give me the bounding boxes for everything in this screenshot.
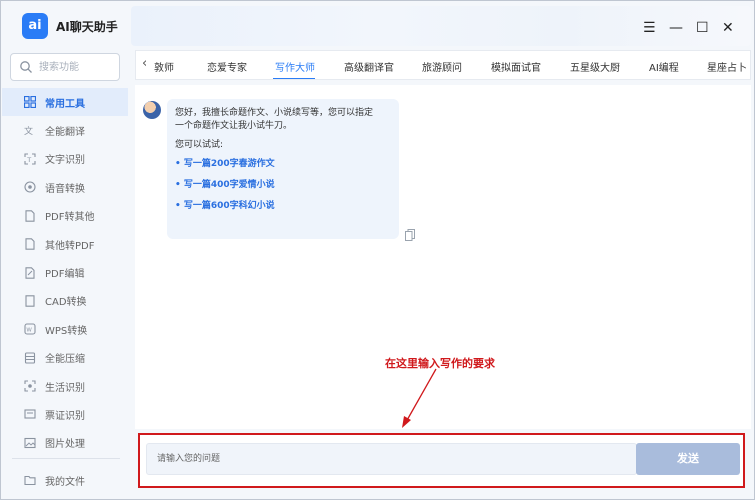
tab-teacher[interactable]: 敦师 <box>154 59 174 74</box>
try-label: 您可以试试: <box>175 140 224 150</box>
send-button[interactable]: 发送 <box>636 443 740 475</box>
text-scan-icon: T <box>24 153 36 165</box>
suggestion-item[interactable]: • 写一篇400字爱情小说 <box>175 179 391 192</box>
ticket-icon <box>24 409 36 420</box>
sidebar-item-label: 图片处理 <box>45 439 85 451</box>
assistant-tabs: ‹ 敦师 恋爱专家 写作大师 高级翻译官 旅游顾问 模拟面试官 五星级大厨 AI… <box>135 50 751 80</box>
svg-text:T: T <box>26 156 31 164</box>
sidebar-item-ocr[interactable]: T 文字识别 <box>2 145 128 173</box>
sidebar-item-label: 常用工具 <box>45 98 85 110</box>
app-header: ai AI聊天助手 <box>2 2 128 50</box>
copy-icon[interactable] <box>405 229 415 241</box>
app-title: AI聊天助手 <box>56 20 118 34</box>
app-logo: ai <box>22 13 48 39</box>
sidebar-item-label: 文字识别 <box>45 155 85 167</box>
sidebar-item-my-files[interactable]: 我的文件 <box>2 466 128 494</box>
tab-travel-advisor[interactable]: 旅游顾问 <box>422 59 462 74</box>
sidebar-item-image[interactable]: 图片处理 <box>2 429 128 457</box>
sidebar-item-label: 其他转PDF <box>45 240 95 252</box>
sidebar-item-voice[interactable]: 语音转换 <box>2 173 128 201</box>
pdf-edit-icon <box>25 266 35 279</box>
sidebar-item-label: 全能翻译 <box>45 127 85 139</box>
tab-mock-interviewer[interactable]: 模拟面试官 <box>491 59 541 74</box>
annotation-arrow <box>402 368 437 428</box>
svg-text:W: W <box>26 328 32 334</box>
suggestion-item[interactable]: • 写一篇600字科幻小说 <box>175 200 391 213</box>
sidebar-item-other-to-pdf[interactable]: 其他转PDF <box>2 230 128 258</box>
greeting-line-1: 您好，我擅长命题作文、小说续写等，您可以指定 <box>175 108 374 118</box>
tab-writing-master[interactable]: 写作大师 <box>275 59 315 74</box>
chevron-left-icon[interactable]: ‹ <box>142 56 147 71</box>
sidebar-divider <box>12 458 120 459</box>
tab-love-expert[interactable]: 恋爱专家 <box>207 59 247 74</box>
sidebar: ai AI聊天助手 常用工具 文 <box>2 2 128 499</box>
sidebar-item-common-tools[interactable]: 常用工具 <box>2 88 128 117</box>
tab-horoscope[interactable]: 星座占卜 <box>707 59 747 74</box>
tab-five-star-chef[interactable]: 五星级大厨 <box>570 59 620 74</box>
search-input[interactable] <box>39 59 115 75</box>
sidebar-item-ticket-scan[interactable]: 票证识别 <box>2 400 128 428</box>
folder-icon <box>24 476 36 486</box>
tab-ai-programming[interactable]: AI编程 <box>649 59 679 74</box>
input-highlight-box: 发送 <box>138 433 745 488</box>
search-icon <box>20 61 32 73</box>
sidebar-item-label: 语音转换 <box>45 183 85 195</box>
sidebar-nav: 常用工具 文 全能翻译 T 文字识别 语音转换 PDF转其他 其他转PDF PD… <box>2 88 128 488</box>
sidebar-item-label: 票证识别 <box>45 410 85 422</box>
scan-icon <box>24 380 36 392</box>
sidebar-item-life-scan[interactable]: 生活识别 <box>2 372 128 400</box>
cad-icon <box>25 295 35 307</box>
sidebar-item-label: 我的文件 <box>45 476 85 488</box>
avatar <box>143 101 161 119</box>
translate-icon: 文 <box>24 125 33 137</box>
sidebar-item-label: PDF编辑 <box>45 269 85 281</box>
sidebar-item-cad[interactable]: CAD转换 <box>2 287 128 315</box>
grid-icon <box>24 96 36 109</box>
sidebar-item-label: WPS转换 <box>45 325 88 337</box>
question-input-box[interactable] <box>146 443 637 475</box>
voice-icon <box>24 181 36 193</box>
sidebar-item-pdf-edit[interactable]: PDF编辑 <box>2 258 128 286</box>
assistant-message: 您好，我擅长命题作文、小说续写等，您可以指定 一个命题作文让我小试牛刀。 您可以… <box>167 99 399 239</box>
close-icon[interactable]: ✕ <box>722 20 734 36</box>
wps-icon: W <box>24 323 36 335</box>
tab-translator[interactable]: 高级翻译官 <box>344 59 394 74</box>
sidebar-item-pdf-to-other[interactable]: PDF转其他 <box>2 202 128 230</box>
title-bar: ☰ — ☐ ✕ <box>131 6 751 46</box>
maximize-icon[interactable]: ☐ <box>696 20 709 36</box>
pdf-icon <box>25 210 35 222</box>
app-window: ai AI聊天助手 常用工具 文 <box>0 0 755 500</box>
sidebar-item-wps[interactable]: W WPS转换 <box>2 315 128 343</box>
sidebar-item-label: PDF转其他 <box>45 212 95 224</box>
sidebar-item-label: 全能压缩 <box>45 354 85 366</box>
svg-text:文: 文 <box>24 125 33 137</box>
compress-icon <box>24 352 36 364</box>
question-input[interactable] <box>147 444 636 474</box>
pdf-icon <box>25 238 35 250</box>
active-tab-indicator <box>273 78 315 79</box>
minimize-icon[interactable]: — <box>669 20 683 36</box>
sidebar-item-label: 生活识别 <box>45 382 85 394</box>
image-icon <box>24 437 36 448</box>
search-box[interactable] <box>10 53 120 81</box>
suggestion-item[interactable]: • 写一篇200字春游作文 <box>175 158 391 171</box>
menu-icon[interactable]: ☰ <box>643 20 656 36</box>
sidebar-item-translate[interactable]: 文 全能翻译 <box>2 116 128 144</box>
sidebar-item-label: CAD转换 <box>45 297 87 309</box>
sidebar-item-compress[interactable]: 全能压缩 <box>2 344 128 372</box>
greeting-line-2: 一个命题作文让我小试牛刀。 <box>175 121 293 131</box>
